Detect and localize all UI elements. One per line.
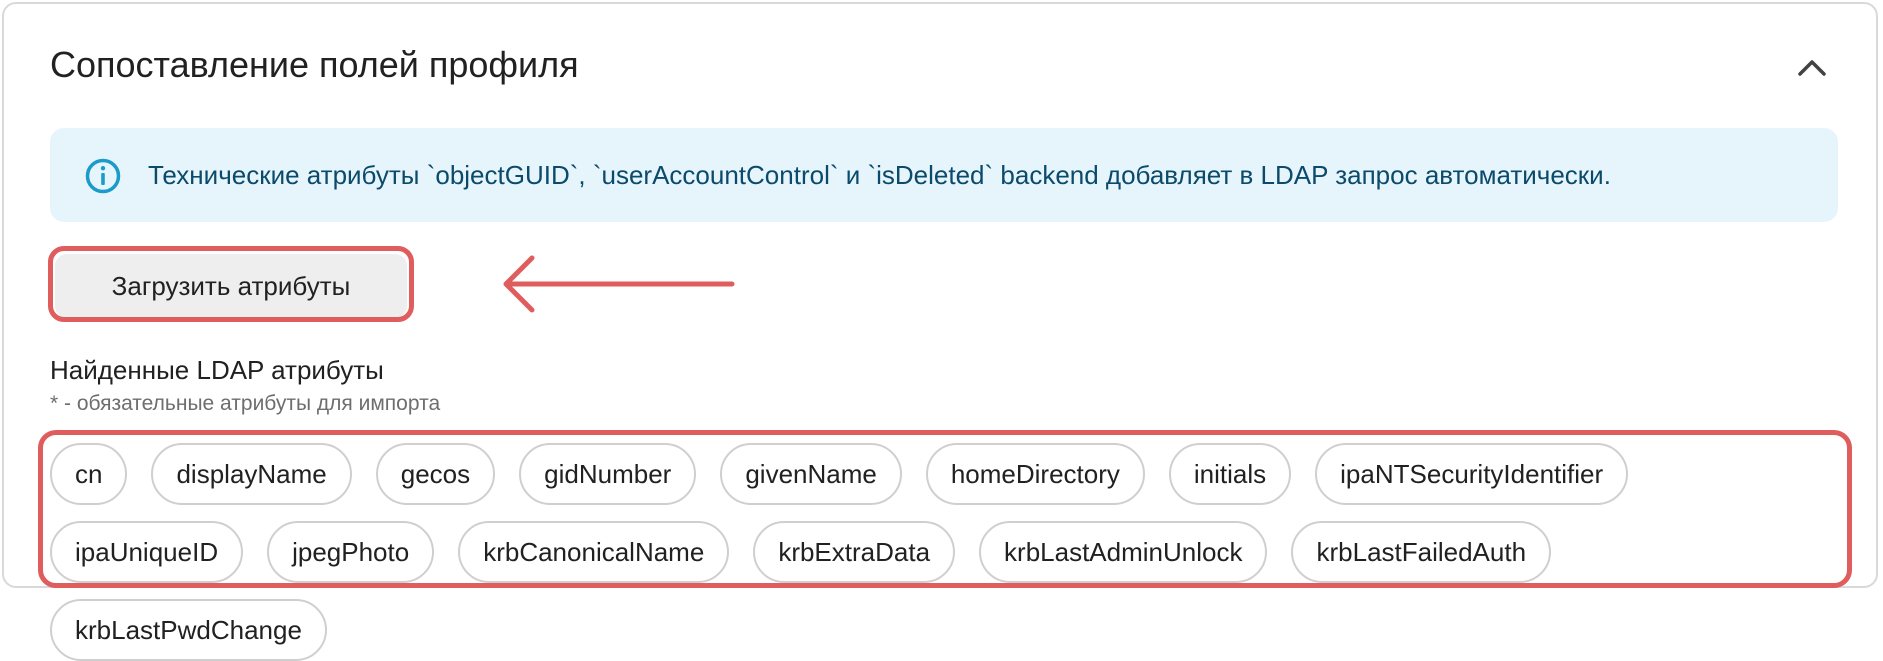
attribute-chip[interactable]: cn	[50, 443, 128, 505]
attribute-chip[interactable]: krbLastFailedAuth	[1291, 521, 1552, 583]
attribute-chip[interactable]: krbCanonicalName	[458, 521, 730, 583]
attribute-chip[interactable]: jpegPhoto	[267, 521, 435, 583]
chevron-up-icon	[1798, 60, 1826, 76]
info-circle-icon	[85, 158, 121, 194]
attribute-chip-list: cn displayName gecos gidNumber givenName home…	[50, 443, 1840, 661]
attribute-chip[interactable]: krbLastPwdChange	[50, 599, 327, 661]
info-text: Технические атрибуты `objectGUID`, `user…	[148, 160, 1611, 190]
attribute-chip[interactable]: gecos	[375, 443, 496, 505]
attribute-chip[interactable]: givenName	[720, 443, 902, 505]
required-attributes-hint: * - обязательные атрибуты для импорта	[50, 392, 441, 415]
found-attributes-heading: Найденные LDAP атрибуты	[50, 355, 384, 385]
section-title: Сопоставление полей профиля	[50, 44, 579, 85]
attribute-chip[interactable]: homeDirectory	[925, 443, 1145, 505]
info-banner: Технические атрибуты `objectGUID`, `user…	[50, 128, 1838, 222]
profile-mapping-card: Сопоставление полей профиля Технические …	[2, 2, 1878, 661]
arrow-left-icon	[503, 255, 735, 313]
attribute-chip[interactable]: initials	[1168, 443, 1292, 505]
attribute-chip[interactable]: krbExtraData	[753, 521, 956, 583]
attribute-chip[interactable]: displayName	[151, 443, 352, 505]
load-attributes-button[interactable]: Загрузить атрибуты	[55, 254, 407, 318]
attribute-chip[interactable]: ipaNTSecurityIdentifier	[1315, 443, 1629, 505]
attribute-chip[interactable]: ipaUniqueID	[50, 521, 244, 583]
collapse-button[interactable]	[1792, 48, 1832, 88]
attribute-chip[interactable]: gidNumber	[519, 443, 697, 505]
attribute-chip[interactable]: krbLastAdminUnlock	[979, 521, 1268, 583]
